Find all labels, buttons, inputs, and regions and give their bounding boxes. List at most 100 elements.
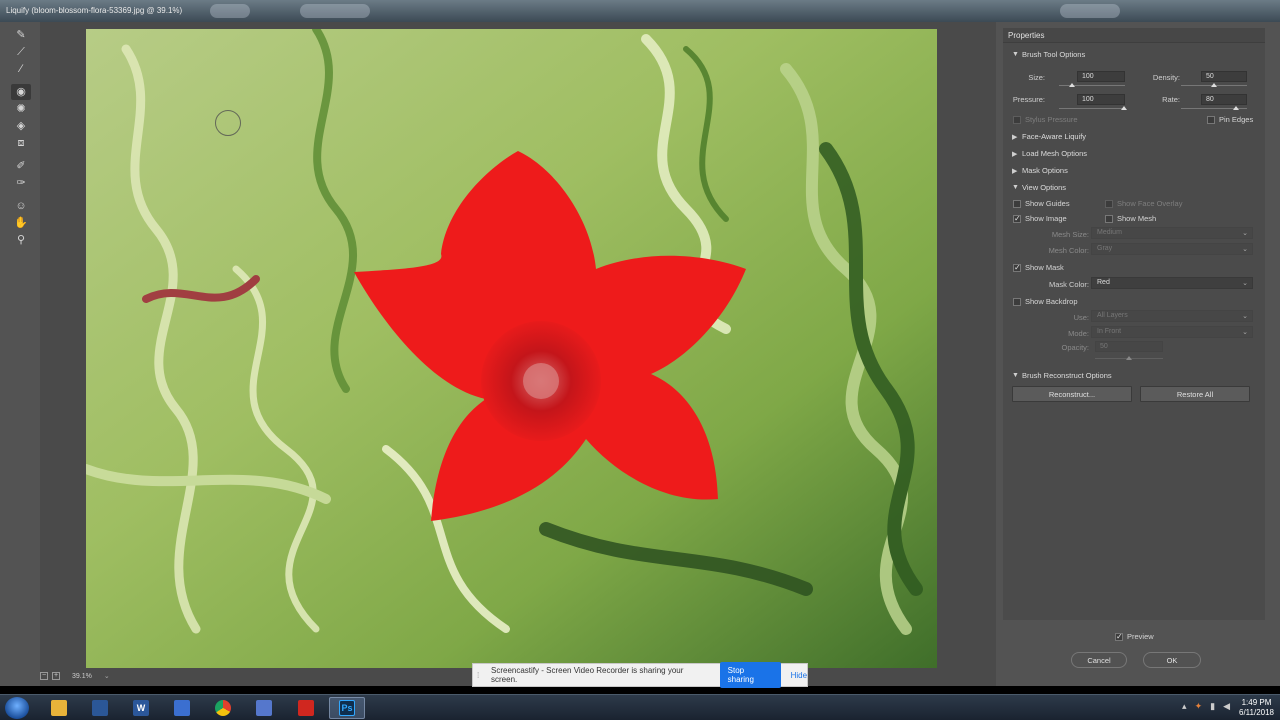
app-icon-2 [256, 700, 272, 716]
density-field[interactable]: 50 [1201, 71, 1247, 82]
select-value: Gray [1097, 245, 1113, 252]
hide-link[interactable]: Hide [791, 671, 807, 680]
windows-start-icon[interactable] [5, 697, 29, 719]
panel-title: Properties [1003, 28, 1265, 43]
properties-panel: Properties ▼ Brush Tool Options Size: 10… [1003, 28, 1265, 620]
mesh-color-label: Mesh Color: [1048, 246, 1089, 255]
smooth-tool-icon[interactable]: ∕ [11, 61, 31, 77]
expanded-triangle-icon: ▼ [1012, 372, 1019, 379]
zoom-out-button[interactable]: − [40, 672, 48, 680]
hand-tool-icon[interactable]: ✋ [11, 215, 31, 231]
file-explorer-icon-button[interactable] [41, 697, 77, 719]
chrome-icon-button[interactable] [205, 697, 241, 719]
use-label: Use: [1073, 313, 1089, 322]
brush-reconstruct-options-section[interactable]: ▼ Brush Reconstruct Options [1012, 371, 1112, 380]
view-options-section[interactable]: ▼ View Options [1012, 183, 1066, 192]
size-slider[interactable] [1059, 83, 1125, 87]
section-label: Load Mesh Options [1022, 149, 1088, 158]
rate-field[interactable]: 80 [1201, 94, 1247, 105]
rate-label: Rate: [1162, 95, 1180, 104]
mask-color-select[interactable]: Red ⌄ [1091, 277, 1253, 289]
screenshare-message: Screencastify - Screen Video Recorder is… [491, 666, 684, 684]
face-aware-liquify-section[interactable]: ▶ Face-Aware Liquify [1012, 132, 1086, 141]
mode-select[interactable]: In Front ⌄ [1091, 326, 1253, 338]
screenshare-notification: ⁞ Screencastify - Screen Video Recorder … [472, 662, 808, 688]
word-icon-button[interactable]: W [123, 697, 159, 719]
ok-button[interactable]: OK [1143, 652, 1201, 668]
show-backdrop-checkbox[interactable]: Show Backdrop [1013, 297, 1078, 306]
volume-icon[interactable]: ◀ [1223, 701, 1230, 712]
chevron-down-icon[interactable]: ⌄ [104, 672, 110, 680]
clock-time: 1:49 PM [1241, 698, 1272, 707]
thaw-mask-tool-icon[interactable]: ✑ [11, 175, 31, 191]
checkbox-label: Stylus Pressure [1025, 115, 1078, 124]
file-explorer-icon [51, 700, 67, 716]
show-image-checkbox[interactable]: Show Image [1013, 214, 1067, 223]
app-icon-button[interactable] [82, 697, 118, 719]
pressure-field[interactable]: 100 [1077, 94, 1125, 105]
density-slider[interactable] [1181, 83, 1247, 87]
g-app-icon-button[interactable] [164, 697, 200, 719]
freeze-mask-tool-icon[interactable]: ✐ [11, 158, 31, 174]
load-mesh-options-section[interactable]: ▶ Load Mesh Options [1012, 149, 1087, 158]
collapsed-triangle-icon: ▶ [1012, 167, 1018, 175]
use-select[interactable]: All Layers ⌄ [1091, 310, 1253, 322]
size-field[interactable]: 100 [1077, 71, 1125, 82]
checkbox-label: Show Guides [1025, 199, 1070, 208]
mask-color-label: Mask Color: [1048, 280, 1089, 289]
rate-slider[interactable] [1181, 106, 1247, 110]
pucker-tool-icon[interactable]: ✺ [11, 101, 31, 117]
liquify-toolbar: ✎ ⟋ ∕ ◉ ✺ ◈ ⧈ ✐ ✑ ☺ ✋ ⚲ [8, 26, 34, 249]
bloat-tool-icon[interactable]: ◈ [11, 118, 31, 134]
forward-warp-tool-icon[interactable]: ✎ [11, 27, 31, 43]
checkbox-label: Show Face Overlay [1117, 199, 1183, 208]
brush-tool-options-section[interactable]: ▼ Brush Tool Options [1012, 50, 1085, 59]
creative-cloud-icon-button[interactable] [288, 697, 324, 719]
zoom-level[interactable]: 39.1% [72, 673, 92, 680]
opacity-field[interactable]: 50 [1095, 341, 1163, 352]
pressure-slider[interactable] [1059, 106, 1127, 110]
zoom-tool-icon[interactable]: ⚲ [11, 232, 31, 248]
liquify-dialog: ✎ ⟋ ∕ ◉ ✺ ◈ ⧈ ✐ ✑ ☺ ✋ ⚲ − + 39.1% ⌄ Prop… [0, 22, 1280, 686]
photoshop-icon-button[interactable]: Ps [329, 697, 365, 719]
checkbox-label: Show Backdrop [1025, 297, 1078, 306]
system-tray: ▴ ✦ ▮ ◀ [1182, 701, 1230, 712]
image-canvas[interactable] [86, 29, 937, 668]
mask-options-section[interactable]: ▶ Mask Options [1012, 166, 1068, 175]
restore-all-button[interactable]: Restore All [1140, 386, 1250, 402]
mesh-color-select[interactable]: Gray ⌄ [1091, 243, 1253, 255]
face-tool-icon[interactable]: ☺ [11, 198, 31, 214]
drag-handle-icon[interactable]: ⁞ [477, 671, 485, 680]
collapsed-triangle-icon: ▶ [1012, 150, 1018, 158]
show-mask-checkbox[interactable]: Show Mask [1013, 263, 1064, 272]
checkbox-label: Pin Edges [1219, 115, 1254, 124]
section-label: Brush Tool Options [1022, 50, 1086, 59]
checkbox-label: Show Mask [1025, 263, 1064, 272]
canvas-area [40, 22, 996, 686]
cancel-button[interactable]: Cancel [1071, 652, 1127, 668]
pin-edges-checkbox[interactable]: Pin Edges [1207, 115, 1253, 124]
tray-app-icon[interactable]: ✦ [1195, 701, 1203, 712]
show-face-overlay-checkbox[interactable]: Show Face Overlay [1105, 199, 1182, 208]
app-icon-2-button[interactable] [246, 697, 282, 719]
background-blur [210, 4, 250, 18]
brush-cursor [215, 110, 241, 136]
stop-sharing-button[interactable]: Stop sharing [719, 662, 781, 688]
preview-checkbox[interactable]: Preview [1115, 632, 1154, 641]
tray-arrow-icon[interactable]: ▴ [1182, 701, 1187, 712]
show-guides-checkbox[interactable]: Show Guides [1013, 199, 1070, 208]
mesh-size-select[interactable]: Medium ⌄ [1091, 227, 1253, 239]
checkbox-label: Show Mesh [1117, 214, 1157, 223]
opacity-slider[interactable] [1095, 356, 1163, 360]
push-left-tool-icon[interactable]: ⧈ [11, 135, 31, 151]
zoom-in-button[interactable]: + [52, 672, 60, 680]
stylus-pressure-checkbox[interactable]: Stylus Pressure [1013, 115, 1078, 124]
reconstruct-tool-icon[interactable]: ⟋ [11, 44, 31, 60]
reconstruct-button[interactable]: Reconstruct... [1012, 386, 1132, 402]
show-mesh-checkbox[interactable]: Show Mesh [1105, 214, 1156, 223]
taskbar-clock[interactable]: 1:49 PM 6/11/2018 [1239, 698, 1274, 718]
twirl-clockwise-tool-icon[interactable]: ◉ [11, 84, 31, 100]
network-icon[interactable]: ▮ [1210, 701, 1215, 712]
section-label: Mask Options [1022, 166, 1068, 175]
background-blur [300, 4, 370, 18]
